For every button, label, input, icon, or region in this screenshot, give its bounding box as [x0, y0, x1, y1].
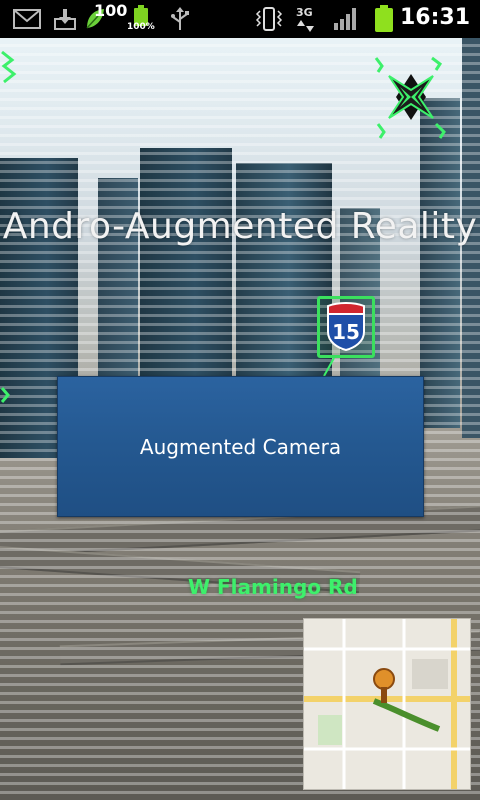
camera-preview: 15 W Flamingo Rd Andro-Augmented Reality… [0, 38, 480, 800]
sign-pointer-icon [323, 358, 335, 377]
poi-marker-icon [0, 387, 10, 403]
interstate-sign-marker[interactable]: 15 [317, 296, 375, 358]
network-type-text: 3G [296, 6, 313, 19]
building [420, 98, 460, 428]
usb-icon [168, 0, 192, 38]
gmail-icon [12, 0, 42, 38]
minimap[interactable] [303, 618, 471, 790]
interstate-shield-icon: 15 [327, 302, 365, 352]
vibrate-icon [254, 0, 284, 38]
download-icon [52, 0, 78, 38]
network-3g-icon: 3G [294, 0, 322, 38]
battery-percent-text: 100% [127, 22, 155, 32]
augmented-camera-button[interactable]: Augmented Camera [57, 376, 424, 517]
signal-icon [332, 0, 360, 38]
battery-full-icon [372, 0, 396, 38]
street-label: W Flamingo Rd [188, 575, 358, 599]
app-title: Andro-Augmented Reality [2, 206, 478, 247]
map-icon [304, 619, 470, 789]
poi-marker-icon [1, 50, 17, 84]
interstate-number: 15 [332, 320, 360, 344]
clock: 16:31 [399, 5, 470, 30]
compass-marker-icon [374, 56, 446, 139]
battery-level-text: 100 [94, 1, 128, 20]
status-bar: 100 100% 3G 16:31 [0, 0, 480, 38]
